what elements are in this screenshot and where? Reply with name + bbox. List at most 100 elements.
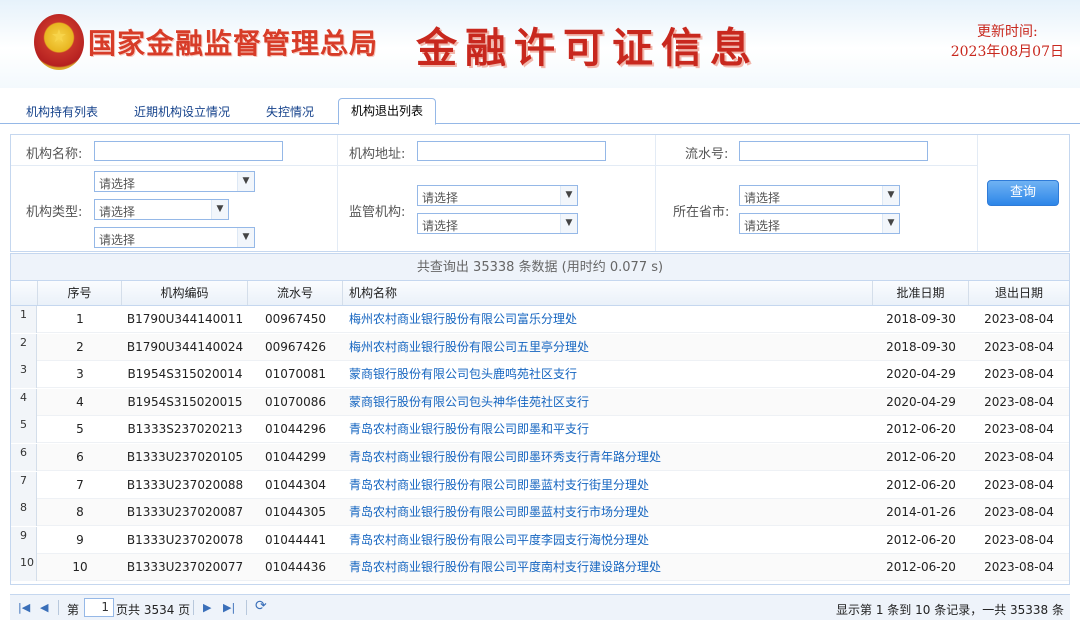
cell-seq: 5: [76, 422, 84, 437]
page-title: 金融许可证信息: [416, 24, 759, 72]
cell-name[interactable]: 蒙商银行股份有限公司包头鹿鸣苑社区支行: [343, 361, 873, 388]
cell-exit-date: 2023-08-04: [984, 450, 1054, 464]
cell-name[interactable]: 青岛农村商业银行股份有限公司平度李园支行海悦分理处: [343, 527, 873, 554]
table-row[interactable]: 4 4 B1954S315020015 01070086 蒙商银行股份有限公司包头神华佳…: [11, 388, 1069, 416]
table-row[interactable]: 8 8 B1333U237020087 01044305 青岛农村商业银行股份有限公司即…: [11, 499, 1069, 527]
table-row[interactable]: 2 2 B1790U344140024 00967426 梅州农村商业银行股份有限公司五…: [11, 333, 1069, 361]
province-select-2[interactable]: 请选择 ▼: [739, 213, 900, 234]
page-total: 页共 3534 页: [116, 603, 191, 617]
address-label: 机构地址:: [349, 147, 406, 162]
header-serial[interactable]: 流水号: [248, 281, 343, 305]
cell-approve-date: 2018-09-30: [886, 339, 956, 354]
row-number: 8: [11, 499, 37, 527]
name-input[interactable]: [94, 141, 283, 161]
cell-name[interactable]: 梅州农村商业银行股份有限公司五里亭分理处: [343, 334, 873, 361]
table-row[interactable]: 1 1 B1790U344140011 00967450 梅州农村商业银行股份有限公司富…: [11, 306, 1069, 333]
cell-approve-date: 2020-04-29: [886, 367, 956, 382]
table-row[interactable]: 5 5 B1333S237020213 01044296 青岛农村商业银行股份有限公司即…: [11, 416, 1069, 444]
tab-exit-list[interactable]: 机构退出列表: [338, 98, 437, 125]
cell-exit-date: 2023-08-04: [984, 505, 1054, 520]
national-emblem-icon: ★: [34, 14, 84, 70]
table-row[interactable]: 7 7 B1333U237020088 01044304 青岛农村商业银行股份有限公司即…: [11, 471, 1069, 499]
cell-name[interactable]: 蒙商银行股份有限公司包头神华佳苑社区支行: [343, 389, 873, 416]
cell-exit-date: 2023-08-04: [984, 394, 1054, 409]
supervisor-select-1[interactable]: 请选择 ▼: [417, 185, 578, 206]
serial-label: 流水号:: [685, 147, 729, 162]
cell-serial: 01044441: [264, 532, 327, 547]
header-approve-date[interactable]: 批准日期: [873, 281, 969, 305]
query-button[interactable]: 查询: [987, 180, 1059, 206]
row-number: 1: [11, 306, 37, 333]
cell-approve-date: 2018-09-30: [886, 312, 956, 326]
type-select-2[interactable]: 请选择 ▼: [94, 199, 229, 220]
select-value: 请选择: [99, 205, 136, 219]
address-input[interactable]: [417, 141, 606, 161]
divider: [11, 165, 977, 166]
province-select-1[interactable]: 请选择 ▼: [739, 185, 900, 206]
tab-recent-establishment[interactable]: 近期机构设立情况: [134, 100, 230, 124]
refresh-icon[interactable]: ⟳: [255, 598, 267, 614]
next-page-icon[interactable]: ▶: [203, 601, 211, 614]
type-select-1[interactable]: 请选择 ▼: [94, 171, 255, 192]
row-number: 10: [11, 554, 37, 582]
cell-seq: 2: [76, 339, 84, 354]
cell-serial: 01070081: [264, 367, 327, 382]
cell-exit-date: 2023-08-04: [984, 339, 1054, 354]
cell-name[interactable]: 梅州农村商业银行股份有限公司富乐分理处: [343, 306, 873, 333]
update-date: 2023年08月07日: [950, 44, 1064, 60]
cell-exit-date: 2023-08-04: [984, 477, 1054, 492]
pagination-bar: |◀ ◀ 第 1 页共 3534 页 ▶ ▶| ⟳ 显示第 1 条到 10 条记…: [10, 594, 1070, 620]
header-code[interactable]: 机构编码: [122, 281, 248, 305]
chevron-down-icon: ▼: [237, 228, 254, 247]
grid-header: 序号 机构编码 流水号 机构名称 批准日期 退出日期: [11, 281, 1069, 306]
tab-bar: 机构持有列表 近期机构设立情况 失控情况 机构退出列表: [0, 96, 1080, 125]
table-row[interactable]: 9 9 B1333U237020078 01044441 青岛农村商业银行股份有限公司平…: [11, 526, 1069, 554]
cell-name[interactable]: 青岛农村商业银行股份有限公司即墨蓝村支行街里分理处: [343, 472, 873, 499]
tab-out-of-control[interactable]: 失控情况: [266, 100, 314, 124]
cell-approve-date: 2020-04-29: [886, 394, 956, 409]
name-label: 机构名称:: [26, 147, 83, 162]
supervisor-select-2[interactable]: 请选择 ▼: [417, 213, 578, 234]
cell-seq: 3: [76, 367, 84, 382]
chevron-down-icon: ▼: [560, 186, 577, 205]
result-summary: 共查询出 35338 条数据 (用时约 0.077 s): [11, 254, 1069, 281]
header-rownum: [11, 281, 38, 305]
cell-seq: 8: [76, 505, 84, 520]
serial-input[interactable]: [739, 141, 928, 161]
divider: [58, 600, 59, 615]
header-seq[interactable]: 序号: [38, 281, 122, 305]
cell-approve-date: 2012-06-20: [886, 560, 956, 575]
cell-name[interactable]: 青岛农村商业银行股份有限公司即墨环秀支行青年路分理处: [343, 444, 873, 471]
cell-exit-date: 2023-08-04: [984, 312, 1054, 326]
header-exit-date[interactable]: 退出日期: [969, 281, 1069, 305]
cell-name[interactable]: 青岛农村商业银行股份有限公司即墨蓝村支行市场分理处: [343, 499, 873, 526]
last-page-icon[interactable]: ▶|: [223, 601, 235, 614]
first-page-icon[interactable]: |◀: [18, 601, 30, 614]
chevron-down-icon: ▼: [237, 172, 254, 191]
header-name[interactable]: 机构名称: [343, 281, 873, 305]
table-row[interactable]: 3 3 B1954S315020014 01070081 蒙商银行股份有限公司包头鹿鸣苑…: [11, 361, 1069, 389]
province-label: 所在省市:: [673, 205, 730, 220]
page-header: ★ 国家金融监督管理总局 金融许可证信息 更新时间: 2023年08月07日: [0, 0, 1080, 88]
cell-serial: 00967426: [264, 339, 327, 354]
type-select-3[interactable]: 请选择 ▼: [94, 227, 255, 248]
tab-holding-list[interactable]: 机构持有列表: [26, 100, 98, 124]
cell-code: B1333U237020088: [126, 477, 244, 492]
table-row[interactable]: 6 6 B1333U237020105 01044299 青岛农村商业银行股份有限公司即…: [11, 444, 1069, 471]
cell-seq: 4: [76, 394, 84, 409]
cell-seq: 7: [76, 477, 84, 492]
cell-serial: 01044296: [264, 422, 327, 437]
prev-page-icon[interactable]: ◀: [40, 601, 48, 614]
table-row[interactable]: 10 10 B1333U237020077 01044436 青岛农村商业银行股份有限公…: [11, 554, 1069, 582]
cell-seq: 9: [76, 532, 84, 547]
cell-approve-date: 2014-01-26: [886, 505, 956, 520]
cell-name[interactable]: 青岛农村商业银行股份有限公司平度南村支行建设路分理处: [343, 554, 873, 581]
cell-name[interactable]: 青岛农村商业银行股份有限公司即墨和平支行: [343, 416, 873, 443]
divider: [337, 135, 338, 251]
cell-code: B1333S237020213: [127, 422, 243, 437]
cell-serial: 01044305: [264, 505, 327, 520]
cell-approve-date: 2012-06-20: [886, 532, 956, 547]
cell-code: B1954S315020015: [127, 394, 243, 409]
cell-code: B1333U237020078: [126, 532, 244, 547]
page-number-input[interactable]: 1: [84, 598, 114, 617]
